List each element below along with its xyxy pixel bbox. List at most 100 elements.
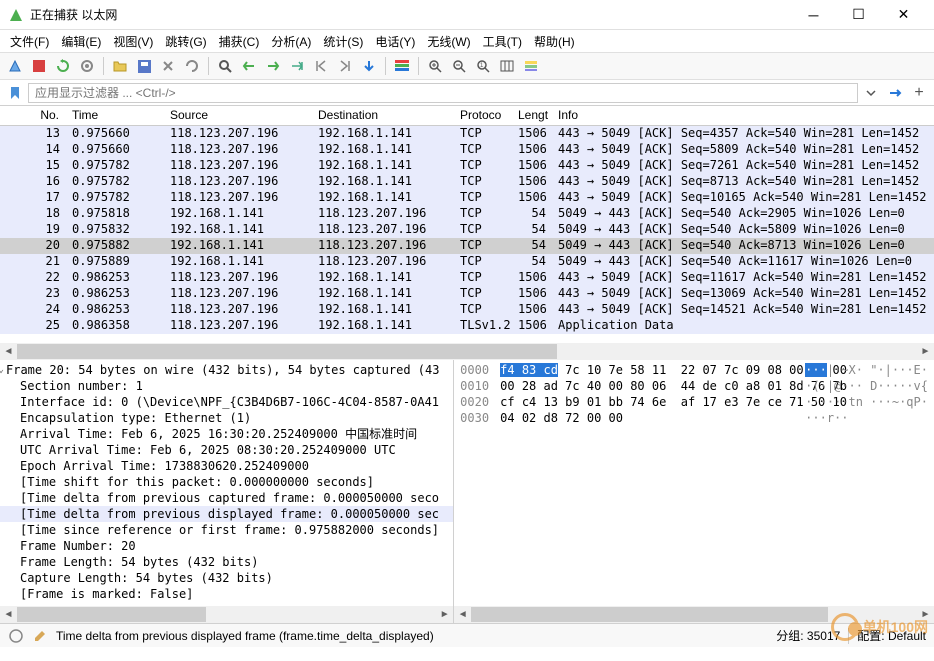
detail-line[interactable]: Epoch Arrival Time: 1738830620.252409000 xyxy=(0,458,453,474)
packet-row[interactable]: 230.986253118.123.207.196192.168.1.141TC… xyxy=(0,286,934,302)
close-file-icon[interactable] xyxy=(157,55,179,77)
detail-line[interactable]: [Frame is marked: False] xyxy=(0,586,453,602)
menu-item[interactable]: 捕获(C) xyxy=(213,31,266,52)
go-last-icon[interactable] xyxy=(334,55,356,77)
reload-icon[interactable] xyxy=(181,55,203,77)
statusbar: Time delta from previous displayed frame… xyxy=(0,623,934,647)
column-info[interactable]: Info xyxy=(552,106,934,125)
detail-line[interactable]: Section number: 1 xyxy=(0,378,453,394)
packet-row[interactable]: 200.975882192.168.1.141118.123.207.196TC… xyxy=(0,238,934,254)
detail-line[interactable]: Encapsulation type: Ethernet (1) xyxy=(0,410,453,426)
detail-line[interactable]: Interface id: 0 (\Device\NPF_{C3B4D6B7-1… xyxy=(0,394,453,410)
detail-line[interactable]: [Time shift for this packet: 0.000000000… xyxy=(0,474,453,490)
zoom-out-icon[interactable] xyxy=(448,55,470,77)
detail-line[interactable]: [Time since reference or first frame: 0.… xyxy=(0,522,453,538)
go-back-icon[interactable] xyxy=(238,55,260,77)
app-logo-icon xyxy=(8,7,24,23)
packet-list: No. Time Source Destination Protoco Leng… xyxy=(0,106,934,360)
packet-rows[interactable]: 130.975660118.123.207.196192.168.1.141TC… xyxy=(0,126,934,343)
start-capture-icon[interactable] xyxy=(4,55,26,77)
open-file-icon[interactable] xyxy=(109,55,131,77)
filter-dropdown-icon[interactable] xyxy=(860,82,882,104)
column-time[interactable]: Time xyxy=(66,106,164,125)
hex-line[interactable]: 001000 28 ad 7c 40 00 80 06 44 de c0 a8 … xyxy=(460,378,928,394)
status-profile[interactable]: 配置: Default xyxy=(857,627,926,644)
packet-row[interactable]: 170.975782118.123.207.196192.168.1.141TC… xyxy=(0,190,934,206)
toolbar: 1 xyxy=(0,52,934,80)
titlebar: 正在捕获 以太网 ─ ☐ ✕ xyxy=(0,0,934,30)
packet-row[interactable]: 210.975889192.168.1.141118.123.207.196TC… xyxy=(0,254,934,270)
menu-item[interactable]: 分析(A) xyxy=(265,31,317,52)
column-destination[interactable]: Destination xyxy=(312,106,454,125)
menubar: 文件(F)编辑(E)视图(V)跳转(G)捕获(C)分析(A)统计(S)电话(Y)… xyxy=(0,30,934,52)
menu-item[interactable]: 统计(S) xyxy=(317,31,369,52)
find-icon[interactable] xyxy=(214,55,236,77)
menu-item[interactable]: 文件(F) xyxy=(4,31,55,52)
menu-item[interactable]: 无线(W) xyxy=(421,31,476,52)
restart-capture-icon[interactable] xyxy=(52,55,74,77)
packet-list-hscroll[interactable]: ◄ ► xyxy=(0,343,934,360)
stop-capture-icon[interactable] xyxy=(28,55,50,77)
detail-line[interactable]: Frame 20: 54 bytes on wire (432 bits), 5… xyxy=(0,362,453,378)
packet-row[interactable]: 150.975782118.123.207.196192.168.1.141TC… xyxy=(0,158,934,174)
packet-row[interactable]: 190.975832192.168.1.141118.123.207.196TC… xyxy=(0,222,934,238)
detail-line[interactable]: Capture Length: 54 bytes (432 bits) xyxy=(0,570,453,586)
status-edit-icon[interactable] xyxy=(32,628,48,644)
detail-line[interactable]: UTC Arrival Time: Feb 6, 2025 08:30:20.2… xyxy=(0,442,453,458)
zoom-in-icon[interactable] xyxy=(424,55,446,77)
detail-line[interactable]: Arrival Time: Feb 6, 2025 16:30:20.25240… xyxy=(0,426,453,442)
column-protocol[interactable]: Protoco xyxy=(454,106,512,125)
scroll-right-icon[interactable]: ► xyxy=(917,343,934,360)
resize-columns-icon[interactable] xyxy=(496,55,518,77)
capture-options-icon[interactable] xyxy=(76,55,98,77)
bookmark-filter-icon[interactable] xyxy=(4,82,26,104)
packet-row[interactable]: 220.986253118.123.207.196192.168.1.141TC… xyxy=(0,270,934,286)
auto-scroll-icon[interactable] xyxy=(358,55,380,77)
colorize-icon[interactable] xyxy=(391,55,413,77)
filter-apply-icon[interactable] xyxy=(884,82,906,104)
save-file-icon[interactable] xyxy=(133,55,155,77)
packet-row[interactable]: 180.975818192.168.1.141118.123.207.196TC… xyxy=(0,206,934,222)
packet-row[interactable]: 130.975660118.123.207.196192.168.1.141TC… xyxy=(0,126,934,142)
status-expert-icon[interactable] xyxy=(8,628,24,644)
window-title: 正在捕获 以太网 xyxy=(30,6,791,23)
status-left-text: Time delta from previous displayed frame… xyxy=(56,629,768,643)
menu-item[interactable]: 电话(Y) xyxy=(369,31,421,52)
scroll-left-icon[interactable]: ◄ xyxy=(0,343,17,360)
zoom-reset-icon[interactable]: 1 xyxy=(472,55,494,77)
column-source[interactable]: Source xyxy=(164,106,312,125)
packet-detail-body[interactable]: Frame 20: 54 bytes on wire (432 bits), 5… xyxy=(0,360,453,606)
packet-row[interactable]: 160.975782118.123.207.196192.168.1.141TC… xyxy=(0,174,934,190)
packet-row[interactable]: 240.986253118.123.207.196192.168.1.141TC… xyxy=(0,302,934,318)
column-length[interactable]: Lengt xyxy=(512,106,552,125)
filter-add-icon[interactable]: + xyxy=(908,82,930,104)
menu-item[interactable]: 跳转(G) xyxy=(159,31,212,52)
hex-hscroll[interactable]: ◄► xyxy=(454,606,934,623)
menu-item[interactable]: 编辑(E) xyxy=(55,31,107,52)
hex-line[interactable]: 003004 02 d8 72 00 00···r·· xyxy=(460,410,928,426)
display-filters-icon[interactable] xyxy=(520,55,542,77)
hex-line[interactable]: 0020cf c4 13 b9 01 bb 74 6e af 17 e3 7e … xyxy=(460,394,928,410)
detail-line[interactable]: Frame Length: 54 bytes (432 bits) xyxy=(0,554,453,570)
minimize-button[interactable]: ─ xyxy=(791,0,836,30)
column-no[interactable]: No. xyxy=(0,106,66,125)
detail-line[interactable]: [Time delta from previous displayed fram… xyxy=(0,506,453,522)
jump-to-icon[interactable] xyxy=(286,55,308,77)
menu-item[interactable]: 工具(T) xyxy=(477,31,528,52)
display-filter-input[interactable] xyxy=(28,83,858,103)
go-forward-icon[interactable] xyxy=(262,55,284,77)
packet-list-header: No. Time Source Destination Protoco Leng… xyxy=(0,106,934,126)
detail-line[interactable]: [Time delta from previous captured frame… xyxy=(0,490,453,506)
packet-row[interactable]: 250.986358118.123.207.196192.168.1.141TL… xyxy=(0,318,934,334)
packet-hex-body[interactable]: 0000f4 83 cd 7c 10 7e 58 11 22 07 7c 09 … xyxy=(454,360,934,606)
go-first-icon[interactable] xyxy=(310,55,332,77)
detail-hscroll[interactable]: ◄► xyxy=(0,606,453,623)
maximize-button[interactable]: ☐ xyxy=(836,0,881,30)
lower-panes: Frame 20: 54 bytes on wire (432 bits), 5… xyxy=(0,360,934,623)
detail-line[interactable]: Frame Number: 20 xyxy=(0,538,453,554)
hex-line[interactable]: 0000f4 83 cd 7c 10 7e 58 11 22 07 7c 09 … xyxy=(460,362,928,378)
packet-row[interactable]: 140.975660118.123.207.196192.168.1.141TC… xyxy=(0,142,934,158)
menu-item[interactable]: 帮助(H) xyxy=(528,31,581,52)
menu-item[interactable]: 视图(V) xyxy=(107,31,159,52)
close-button[interactable]: ✕ xyxy=(881,0,926,30)
